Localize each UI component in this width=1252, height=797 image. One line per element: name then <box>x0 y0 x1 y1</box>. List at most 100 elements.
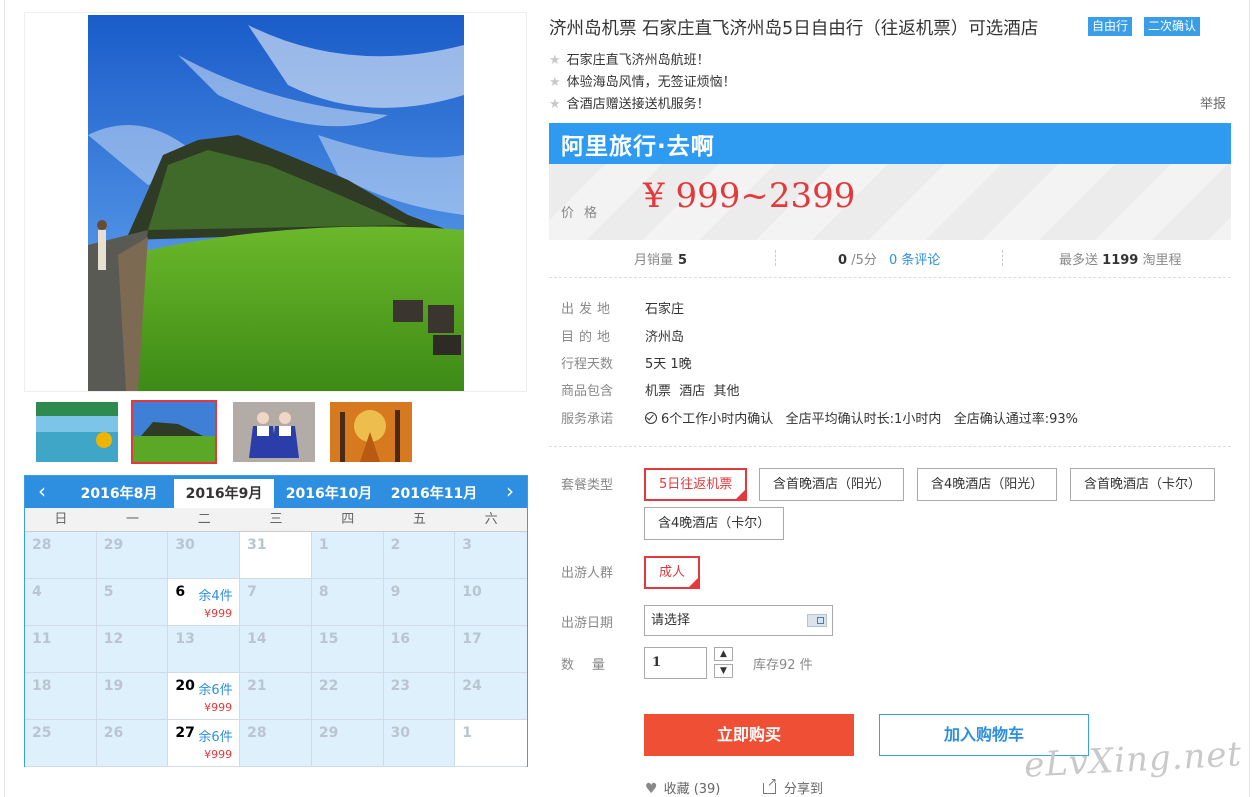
divider <box>549 277 1231 278</box>
travel-date-label: 出游日期 <box>561 616 614 631</box>
check-circle-icon <box>645 412 657 424</box>
heart-icon: ♥ <box>645 781 658 797</box>
calendar-day-cell: 28 <box>25 532 97 579</box>
travel-date-input[interactable]: 请选择 <box>644 605 833 636</box>
package-option[interactable]: 含4晚酒店（阳光） <box>917 468 1058 501</box>
next-month-arrow-icon[interactable]: › <box>495 476 525 508</box>
calendar-day-cell[interactable]: 27 余6件 ¥999 <box>168 720 241 767</box>
quantity-input[interactable]: 1 <box>644 647 707 679</box>
reviews-link[interactable]: 0 条评论 <box>889 249 940 268</box>
calendar-month-tab[interactable]: 2016年8月 <box>69 479 169 508</box>
tag-badge: 自由行 <box>1088 17 1133 36</box>
monthly-sales-label: 月销量 <box>634 253 674 268</box>
calendar-month-tab[interactable]: 2016年10月 <box>279 479 379 508</box>
thumbnail-1[interactable] <box>34 400 120 464</box>
thumbnail-2[interactable] <box>131 400 217 464</box>
calendar-day-number: 10 <box>462 584 482 600</box>
package-option[interactable]: 含4晚酒店（卡尔） <box>644 507 785 540</box>
calendar-day-cell: 12 <box>96 626 169 673</box>
calendar-day-cell: 9 <box>383 579 456 626</box>
weekday-label: 二 <box>197 512 211 527</box>
points-prefix: 最多送 <box>1059 253 1099 268</box>
feature-text: 石家庄直飞济州岛航班！ <box>566 53 710 68</box>
package-option[interactable]: 含首晚酒店（卡尔） <box>1070 468 1216 501</box>
buy-now-button[interactable]: 立即购买 <box>644 714 854 756</box>
monthly-sales-value: 5 <box>678 253 688 268</box>
calendar-day-cell: 1 <box>311 532 384 579</box>
rating-suffix: /5分 <box>851 253 877 268</box>
info-label: 目的地 <box>561 330 616 345</box>
weekday-label: 一 <box>126 512 140 527</box>
rating: 0 /5分 <box>838 249 877 268</box>
calendar-day-number: 5 <box>103 584 114 600</box>
calendar-day-cell: 29 <box>311 720 384 767</box>
calendar-day-number: 13 <box>175 631 195 647</box>
calendar-day-cell: 21 <box>240 673 312 720</box>
quantity-decrease-button[interactable]: ▼ <box>714 664 733 678</box>
brand-banner: 阿里旅行·去啊 <box>549 123 1231 164</box>
calendar-day-cell: 23 <box>383 673 456 720</box>
traveler-option-selected[interactable]: 成人 <box>644 556 701 589</box>
report-link[interactable]: 举报 <box>1200 93 1226 112</box>
date-placeholder: 请选择 <box>651 613 691 628</box>
feature-text: 体验海岛风情，无签证烦恼！ <box>566 75 736 90</box>
calendar-price: ¥999 <box>204 748 233 761</box>
availability-calendar: ‹ 2016年8月 2016年9月 2016年10月 2016年11月 › 日 … <box>24 475 528 767</box>
calendar-day-cell: 26 <box>96 720 169 767</box>
calendar-day-cell: 8 <box>311 579 384 626</box>
calendar-day-cell: 24 <box>455 673 527 720</box>
calendar-day-number: 14 <box>247 631 267 647</box>
calendar-day-number: 27 <box>175 725 195 741</box>
info-value: 济州岛 <box>645 330 685 345</box>
price-box: 价格 ¥ 999~2399 <box>549 164 1231 240</box>
star-icon: ★ <box>549 97 561 112</box>
calendar-weekdays: 日 一 二 三 四 五 六 <box>25 508 527 532</box>
thumbnail-3[interactable] <box>231 400 317 464</box>
calendar-day-number: 8 <box>318 584 329 600</box>
calendar-day-number: 1 <box>318 537 329 553</box>
calendar-day-cell: 10 <box>455 579 527 626</box>
calendar-day-number: 25 <box>32 725 52 741</box>
quantity-increase-button[interactable]: ▲ <box>714 647 733 661</box>
info-value: 机票 酒店 其他 <box>645 384 740 399</box>
calendar-remaining: 余6件 <box>198 730 233 745</box>
calendar-day-cell[interactable]: 20 余6件 ¥999 <box>168 673 241 720</box>
calendar-day-cell[interactable]: 6 余4件 ¥999 <box>168 579 241 626</box>
weekday-label: 五 <box>412 512 426 527</box>
calendar-price: ¥999 <box>204 607 233 620</box>
calendar-month-tab-active[interactable]: 2016年9月 <box>174 479 274 508</box>
points-value: 1199 <box>1102 253 1139 268</box>
calendar-day-number: 18 <box>32 678 52 694</box>
info-label: 行程天数 <box>561 357 614 372</box>
calendar-day-cell: 3 <box>455 532 527 579</box>
quantity-label: 数量 <box>561 658 624 673</box>
divider <box>549 446 1231 447</box>
main-image-box <box>24 12 527 392</box>
main-product-image <box>88 15 464 391</box>
calendar-day-number: 4 <box>32 584 42 600</box>
calendar-day-cell: 18 <box>25 673 97 720</box>
thumbnail-4[interactable] <box>328 400 414 464</box>
rating-value: 0 <box>838 253 848 268</box>
info-value: 5天 1晚 <box>645 357 692 372</box>
calendar-day-number: 17 <box>462 631 482 647</box>
calendar-remaining: 余6件 <box>198 683 233 698</box>
info-label: 商品包含 <box>561 384 614 399</box>
brand-logo-text: 阿里旅行·去啊 <box>561 134 715 160</box>
package-option-selected[interactable]: 5日往返机票 <box>644 468 748 501</box>
divider <box>1002 250 1003 266</box>
share-link[interactable]: 分享到 <box>763 775 823 797</box>
calendar-price: ¥999 <box>204 701 233 714</box>
calendar-day-number: 28 <box>32 537 52 553</box>
info-label: 服务承诺 <box>561 412 614 427</box>
prev-month-arrow-icon[interactable]: ‹ <box>27 476 57 508</box>
calendar-day-number: 31 <box>247 537 267 553</box>
package-option[interactable]: 含首晚酒店（阳光） <box>759 468 905 501</box>
calendar-day-number: 30 <box>175 537 195 553</box>
calendar-day-cell: 14 <box>240 626 312 673</box>
traveler-type-label: 出游人群 <box>561 566 614 581</box>
calendar-day-cell: 30 <box>168 532 241 579</box>
calendar-month-tab[interactable]: 2016年11月 <box>384 479 484 508</box>
favorite-link[interactable]: ♥ 收藏 (39) <box>645 778 720 797</box>
calendar-day-cell: 2 <box>383 532 456 579</box>
